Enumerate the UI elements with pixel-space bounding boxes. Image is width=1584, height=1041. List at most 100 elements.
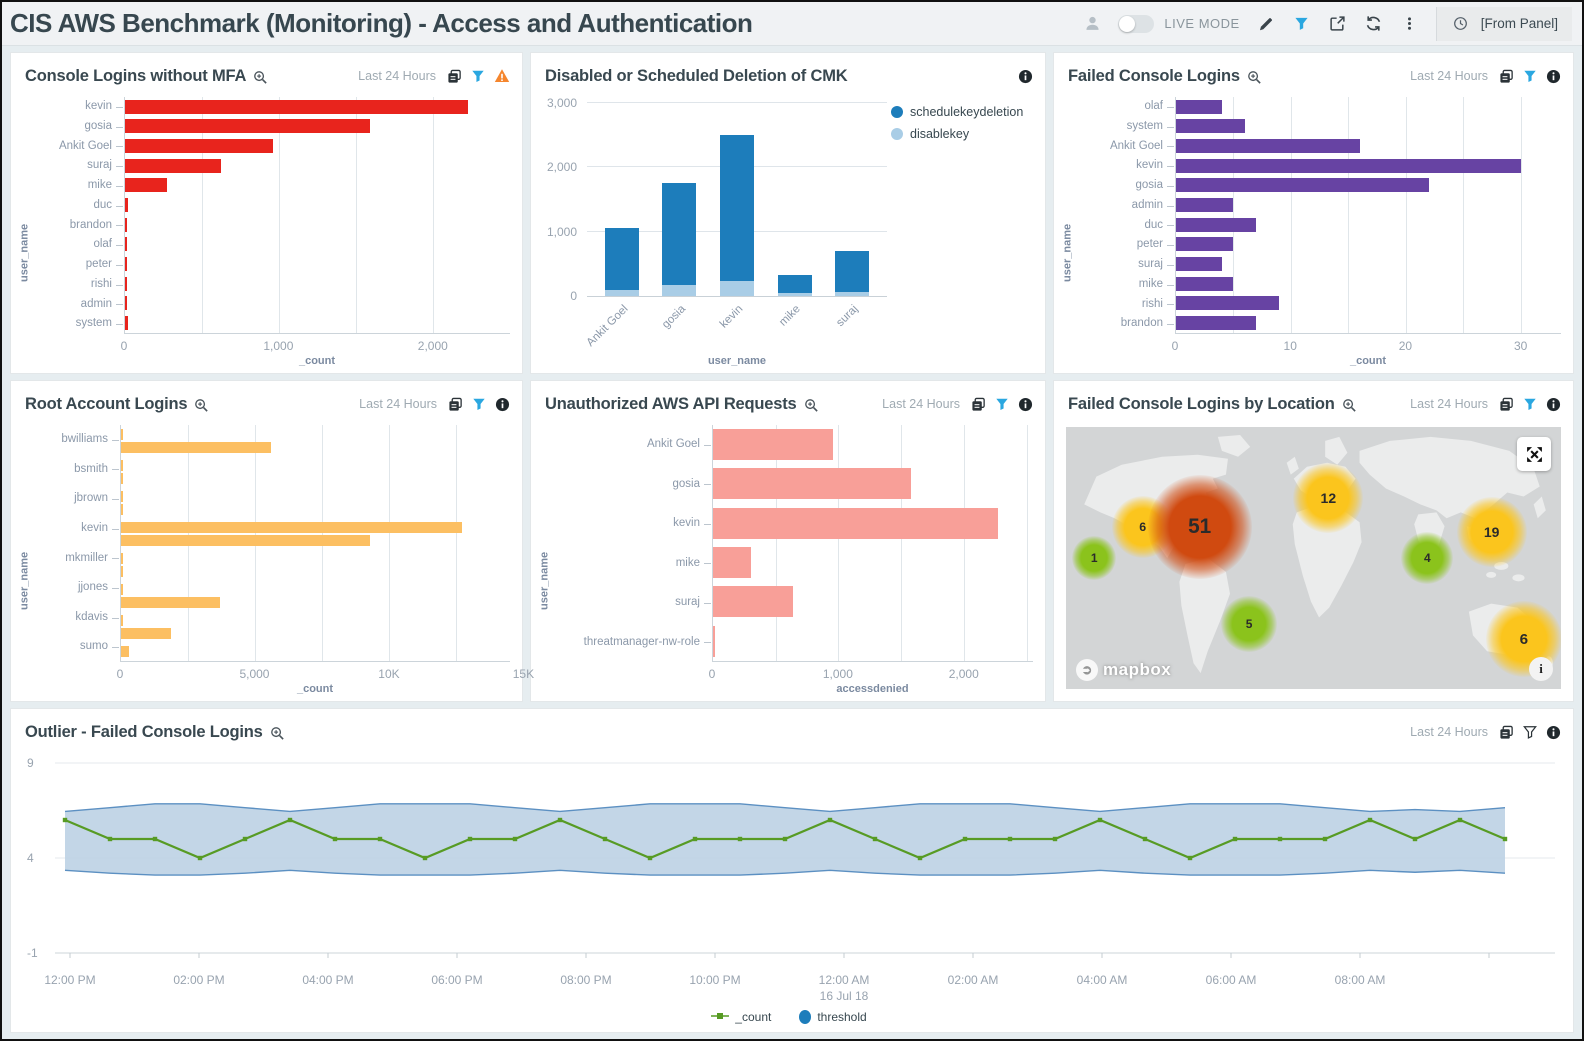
bar[interactable] xyxy=(713,508,998,539)
column-segment-disablekey[interactable] xyxy=(835,292,869,297)
bar[interactable] xyxy=(713,586,793,617)
bar[interactable] xyxy=(125,296,127,310)
column-group[interactable] xyxy=(605,103,639,296)
panel-time-range[interactable]: Last 24 Hours xyxy=(1410,69,1488,83)
column-segment-disablekey[interactable] xyxy=(778,293,812,296)
bar[interactable] xyxy=(1176,139,1360,153)
bar[interactable] xyxy=(125,159,221,173)
time-range-selector[interactable]: [From Panel] xyxy=(1436,7,1572,41)
info-icon[interactable] xyxy=(1018,397,1033,412)
filter-icon[interactable] xyxy=(1523,397,1537,411)
bar[interactable] xyxy=(1176,296,1279,310)
bar[interactable] xyxy=(121,597,220,608)
bar[interactable] xyxy=(713,547,751,578)
bar[interactable] xyxy=(125,119,370,133)
legend-item[interactable]: _count xyxy=(711,1010,771,1024)
bar[interactable] xyxy=(713,626,715,657)
bar[interactable] xyxy=(125,316,128,330)
info-icon[interactable] xyxy=(1546,397,1561,412)
map-bubble[interactable]: 1 xyxy=(1072,536,1116,580)
bar[interactable] xyxy=(121,566,123,577)
bar[interactable] xyxy=(713,468,911,499)
column-group[interactable] xyxy=(662,103,696,296)
bar[interactable] xyxy=(1176,218,1256,232)
panel-time-range[interactable]: Last 24 Hours xyxy=(358,69,436,83)
bar[interactable] xyxy=(125,198,128,212)
map-bubble[interactable]: 12 xyxy=(1293,463,1363,533)
bar[interactable] xyxy=(713,429,833,460)
copy-icon[interactable] xyxy=(448,397,463,412)
bar[interactable] xyxy=(121,584,123,595)
panel-time-range[interactable]: Last 24 Hours xyxy=(1410,725,1488,739)
bar[interactable] xyxy=(121,615,123,626)
column-group[interactable] xyxy=(778,103,812,296)
bar[interactable] xyxy=(121,460,123,471)
column-segment-schedulekeydeletion[interactable] xyxy=(835,251,869,292)
bar[interactable] xyxy=(125,100,468,114)
legend-item[interactable]: disablekey xyxy=(891,127,1033,141)
bar[interactable] xyxy=(121,553,123,564)
zoom-in-icon[interactable] xyxy=(1247,70,1262,85)
world-map[interactable]: 16511254196➲mapboxi xyxy=(1066,427,1561,689)
bar[interactable] xyxy=(121,473,123,484)
filter-icon[interactable] xyxy=(471,69,485,83)
info-icon[interactable] xyxy=(1546,69,1561,84)
zoom-in-icon[interactable] xyxy=(804,398,819,413)
bar[interactable] xyxy=(1176,237,1233,251)
column-segment-schedulekeydeletion[interactable] xyxy=(662,183,696,285)
bar[interactable] xyxy=(1176,198,1233,212)
expand-icon[interactable] xyxy=(1517,437,1551,471)
bar[interactable] xyxy=(125,178,167,192)
filter-icon[interactable] xyxy=(1523,69,1537,83)
refresh-icon[interactable] xyxy=(1364,14,1384,34)
map-bubble[interactable]: 19 xyxy=(1457,497,1527,567)
warning-icon[interactable] xyxy=(494,68,510,84)
panel-time-range[interactable]: Last 24 Hours xyxy=(1410,397,1488,411)
filter-icon[interactable] xyxy=(472,397,486,411)
bar[interactable] xyxy=(125,277,127,291)
live-mode-toggle[interactable] xyxy=(1118,15,1154,33)
bar[interactable] xyxy=(125,257,127,271)
map-bubble[interactable]: 4 xyxy=(1401,532,1453,584)
map-bubble[interactable]: 51 xyxy=(1148,475,1252,579)
legend-item[interactable]: threshold xyxy=(799,1010,866,1024)
bar[interactable] xyxy=(121,491,123,502)
bar[interactable] xyxy=(1176,316,1256,330)
panel-time-range[interactable]: Last 24 Hours xyxy=(882,397,960,411)
bar[interactable] xyxy=(1176,100,1222,114)
bar[interactable] xyxy=(125,237,127,251)
filter-dark-icon[interactable] xyxy=(1523,725,1537,739)
column-segment-disablekey[interactable] xyxy=(605,290,639,296)
mapbox-logo[interactable]: ➲mapbox xyxy=(1076,659,1171,681)
bar[interactable] xyxy=(1176,119,1245,133)
info-icon[interactable] xyxy=(1018,69,1033,84)
column-segment-schedulekeydeletion[interactable] xyxy=(605,228,639,289)
copy-icon[interactable] xyxy=(971,397,986,412)
bar[interactable] xyxy=(1176,159,1521,173)
copy-icon[interactable] xyxy=(1499,397,1514,412)
bar[interactable] xyxy=(121,504,123,515)
copy-icon[interactable] xyxy=(1499,725,1514,740)
bar[interactable] xyxy=(1176,277,1233,291)
copy-icon[interactable] xyxy=(1499,69,1514,84)
info-icon[interactable] xyxy=(1546,725,1561,740)
column-group[interactable] xyxy=(835,103,869,296)
panel-time-range[interactable]: Last 24 Hours xyxy=(359,397,437,411)
bar[interactable] xyxy=(121,442,271,453)
filter-icon[interactable] xyxy=(1292,14,1312,34)
bar[interactable] xyxy=(1176,257,1222,271)
bar[interactable] xyxy=(125,218,127,232)
edit-icon[interactable] xyxy=(1256,14,1276,34)
bar[interactable] xyxy=(125,139,273,153)
column-segment-schedulekeydeletion[interactable] xyxy=(720,135,754,281)
column-segment-disablekey[interactable] xyxy=(720,281,754,296)
share-icon[interactable] xyxy=(1328,14,1348,34)
map-attribution-info-icon[interactable]: i xyxy=(1529,657,1553,681)
zoom-in-icon[interactable] xyxy=(253,70,268,85)
bar[interactable] xyxy=(121,628,171,639)
zoom-in-icon[interactable] xyxy=(1342,398,1357,413)
column-group[interactable] xyxy=(720,103,754,296)
column-segment-disablekey[interactable] xyxy=(662,285,696,296)
bar[interactable] xyxy=(121,522,462,533)
zoom-in-icon[interactable] xyxy=(194,398,209,413)
